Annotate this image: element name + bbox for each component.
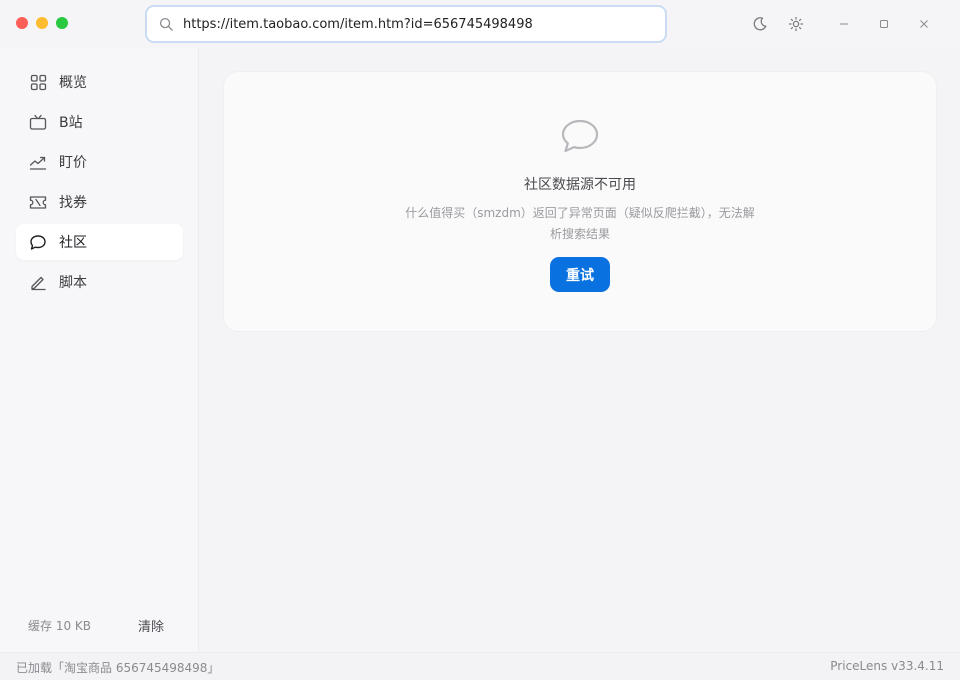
sidebar-item-label: 盯价 xyxy=(59,155,87,171)
sidebar-item-coupons[interactable]: 找券 xyxy=(16,184,183,220)
minimize-window-dot[interactable] xyxy=(36,17,48,29)
tv-icon xyxy=(29,113,47,131)
close-window-dot[interactable] xyxy=(16,17,28,29)
sidebar-item-label: B站 xyxy=(59,115,83,131)
error-description: 什么值得买（smzdm）返回了异常页面（疑似反爬拦截），无法解析搜索结果 xyxy=(405,206,755,241)
chat-bubble-icon xyxy=(560,118,600,154)
sidebar-item-overview[interactable]: 概览 xyxy=(16,64,183,100)
moon-icon[interactable] xyxy=(748,12,772,36)
cache-size-label: 缓存 10 KB xyxy=(28,619,92,633)
sidebar-item-price-watch[interactable]: 盯价 xyxy=(16,144,183,180)
sidebar-item-scripts[interactable]: 脚本 xyxy=(16,264,183,300)
url-bar[interactable] xyxy=(145,5,667,43)
clear-cache-button[interactable]: 清除 xyxy=(138,616,164,635)
ticket-icon xyxy=(29,193,47,211)
search-icon xyxy=(159,16,175,32)
maximize-icon[interactable] xyxy=(872,12,896,36)
sidebar-item-label: 脚本 xyxy=(59,275,87,291)
url-input[interactable] xyxy=(183,16,643,32)
pen-icon xyxy=(29,273,47,291)
app-version: PriceLens v33.4.11 xyxy=(830,659,944,673)
chat-icon xyxy=(29,233,47,251)
sidebar-item-community[interactable]: 社区 xyxy=(16,224,183,260)
zoom-window-dot[interactable] xyxy=(56,17,68,29)
sidebar-item-label: 概览 xyxy=(59,75,87,91)
status-bar: 已加载「淘宝商品 656745498498」 PriceLens v33.4.1… xyxy=(0,652,960,680)
error-title: 社区数据源不可用 xyxy=(524,177,636,193)
title-bar xyxy=(0,0,960,48)
close-icon[interactable] xyxy=(912,12,936,36)
main-content: 社区数据源不可用 什么值得买（smzdm）返回了异常页面（疑似反爬拦截），无法解… xyxy=(200,48,960,652)
minimize-icon[interactable] xyxy=(832,12,856,36)
sidebar: 概览 B站 盯价 找券 社区 脚本 缓存 10 KB 清除 xyxy=(0,48,199,652)
sidebar-item-label: 社区 xyxy=(59,235,87,251)
error-card: 社区数据源不可用 什么值得买（smzdm）返回了异常页面（疑似反爬拦截），无法解… xyxy=(224,72,936,331)
trend-icon xyxy=(29,153,47,171)
grid-icon xyxy=(29,73,47,91)
sun-icon[interactable] xyxy=(784,12,808,36)
sidebar-item-label: 找券 xyxy=(59,195,87,211)
retry-button[interactable]: 重试 xyxy=(550,257,610,292)
sidebar-item-bilibili[interactable]: B站 xyxy=(16,104,183,140)
status-loaded-text: 已加载「淘宝商品 656745498498」 xyxy=(16,661,220,675)
